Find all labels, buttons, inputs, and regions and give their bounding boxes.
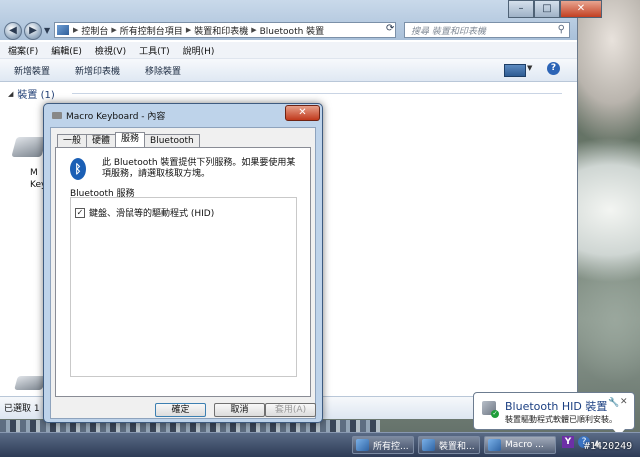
taskbar-item-control-panel[interactable]: 所有控... <box>352 436 414 454</box>
tab-strip: 一般 硬體 服務 Bluetooth <box>57 132 200 147</box>
close-icon[interactable]: ✕ <box>620 397 628 407</box>
add-printer-button[interactable]: 新增印表機 <box>61 64 131 77</box>
notification-title: Bluetooth HID 裝置 <box>505 400 608 413</box>
tab-hardware[interactable]: 硬體 <box>86 134 117 147</box>
chevron-right-icon: ▶ <box>185 26 192 34</box>
checkmark-icon: ✓ <box>491 410 499 418</box>
keyboard-icon <box>52 112 62 119</box>
services-list: ✓ 鍵盤、滑鼠等的驅動程式 (HID) <box>70 197 297 377</box>
yahoo-icon[interactable]: Y <box>562 436 574 448</box>
services-panel: ᛒ 此 Bluetooth 裝置提供下列服務。如果要使用某項服務，請選取核取方塊… <box>55 147 311 397</box>
service-label: 鍵盤、滑鼠等的驅動程式 (HID) <box>89 209 215 219</box>
group-divider <box>72 93 562 94</box>
dialog-close-button[interactable]: ✕ <box>285 105 320 121</box>
refresh-icon[interactable]: ⟳ <box>386 23 394 34</box>
wrench-icon[interactable]: 🔧 <box>608 398 619 408</box>
maximize-button[interactable]: □ <box>534 0 560 18</box>
search-input[interactable]: 搜尋 裝置和印表機 ⚲ <box>404 22 570 38</box>
cancel-button[interactable]: 取消 <box>214 403 265 417</box>
help-icon[interactable]: ? <box>547 62 560 75</box>
services-description: 此 Bluetooth 裝置提供下列服務。如果要使用某項服務，請選取核取方塊。 <box>102 158 296 179</box>
tab-services[interactable]: 服務 <box>115 132 146 147</box>
device-label: M <box>30 168 38 178</box>
menu-tools[interactable]: 工具(T) <box>131 44 175 57</box>
group-title: 裝置 (1) <box>17 90 55 101</box>
forward-button[interactable]: ▶ <box>24 22 42 40</box>
chevron-down-icon[interactable]: ▼ <box>527 64 532 72</box>
dialog-titlebar: Macro Keyboard - 內容 <box>52 109 165 122</box>
chevron-right-icon: ▶ <box>111 26 117 34</box>
chevron-right-icon: ▶ <box>251 26 257 34</box>
menu-help[interactable]: 說明(H) <box>175 44 220 57</box>
tab-general[interactable]: 一般 <box>57 134 88 147</box>
address-bar[interactable]: ▶ 控制台 ▶ 所有控制台項目 ▶ 裝置和印表機 ▶ Bluetooth 裝置 <box>54 22 396 38</box>
control-panel-icon <box>57 25 69 35</box>
taskbar-item-label: 裝置和... <box>439 441 475 452</box>
change-view-icon[interactable] <box>504 64 526 77</box>
service-checkbox[interactable]: ✓ <box>75 207 85 218</box>
devices-icon <box>422 439 435 451</box>
collapse-arrow-icon: ◢ <box>8 89 14 98</box>
breadcrumb-devices-printers[interactable]: 裝置和印表機 <box>194 24 248 37</box>
close-button[interactable]: ✕ <box>560 0 602 18</box>
keyboard-device-icon-small <box>14 376 46 390</box>
taskbar: 所有控... 裝置和... Macro ... <box>0 432 640 457</box>
minimize-button[interactable]: – <box>508 0 534 18</box>
status-text: 已選取 1 <box>4 404 40 414</box>
back-button[interactable]: ◀ <box>4 22 22 40</box>
taskbar-item-label: Macro ... <box>505 440 544 450</box>
taskbar-item-label: 所有控... <box>373 441 409 452</box>
menu-view[interactable]: 檢視(V) <box>87 44 131 57</box>
bluetooth-icon: ᛒ <box>70 158 86 180</box>
notification-body: 裝置驅動程式軟體已順利安裝。 <box>505 415 617 424</box>
dialog-title: Macro Keyboard - 內容 <box>66 112 166 122</box>
properties-dialog: Macro Keyboard - 內容 ✕ 一般 硬體 服務 Bluetooth… <box>43 103 323 423</box>
menu-edit[interactable]: 編輯(E) <box>43 44 87 57</box>
search-placeholder: 搜尋 裝置和印表機 <box>411 26 486 37</box>
remove-device-button[interactable]: 移除裝置 <box>131 64 192 77</box>
list-item[interactable]: ✓ 鍵盤、滑鼠等的驅動程式 (HID) <box>75 206 214 219</box>
watermark: #1420249 <box>584 441 633 452</box>
keyboard-icon <box>488 439 501 451</box>
add-device-button[interactable]: 新增裝置 <box>0 64 61 77</box>
menu-bar: 檔案(F) 編輯(E) 檢視(V) 工具(T) 說明(H) <box>0 42 577 59</box>
taskbar-item-macro-keyboard[interactable]: Macro ... <box>484 436 556 454</box>
chevron-right-icon: ▶ <box>73 26 79 34</box>
ok-button[interactable]: 確定 <box>155 403 206 417</box>
control-panel-icon <box>356 439 369 451</box>
dialog-body: 一般 硬體 服務 Bluetooth ᛒ 此 Bluetooth 裝置提供下列服… <box>50 127 316 419</box>
search-icon[interactable]: ⚲ <box>558 24 565 35</box>
device-group-header[interactable]: ◢ 裝置 (1) <box>8 86 55 102</box>
notification-balloon[interactable]: ✓ Bluetooth HID 裝置 裝置驅動程式軟體已順利安裝。 🔧 ✕ <box>473 392 635 430</box>
keyboard-device-icon[interactable] <box>11 137 47 157</box>
tab-bluetooth[interactable]: Bluetooth <box>144 134 200 147</box>
command-bar: 新增裝置 新增印表機 移除裝置 <box>0 59 577 82</box>
window-controls: – □ ✕ <box>508 0 602 18</box>
apply-button[interactable]: 套用(A) <box>265 403 316 417</box>
taskbar-item-devices[interactable]: 裝置和... <box>418 436 480 454</box>
breadcrumb-control-panel[interactable]: 控制台 <box>81 24 108 37</box>
recent-pages-dropdown[interactable]: ▼ <box>44 26 50 35</box>
menu-file[interactable]: 檔案(F) <box>0 44 43 57</box>
breadcrumb-all-items[interactable]: 所有控制台項目 <box>120 24 183 37</box>
breadcrumb-bluetooth-devices[interactable]: Bluetooth 裝置 <box>260 24 325 37</box>
